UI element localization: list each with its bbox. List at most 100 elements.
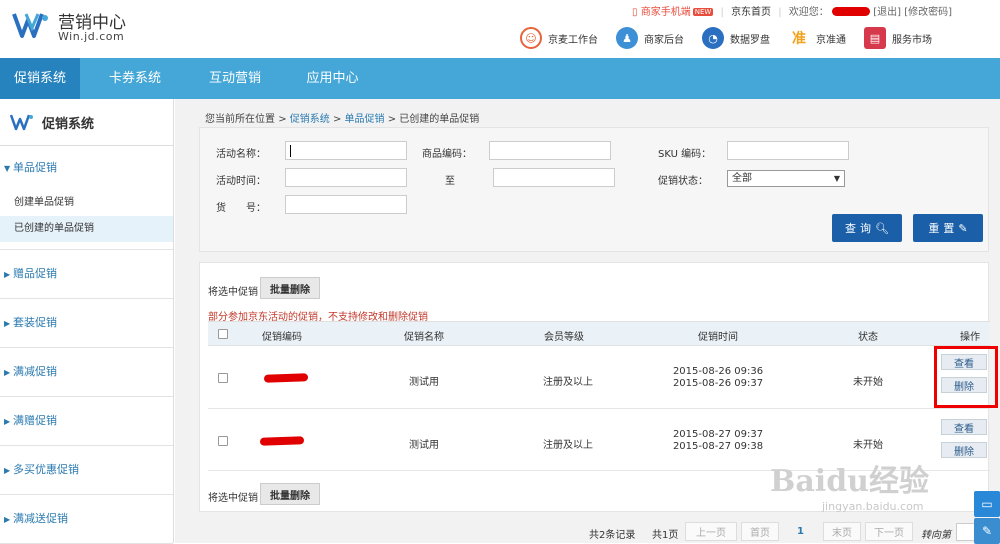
promo-status-label: 促销状态： [658, 176, 708, 187]
top-header: 营销中心 Win.jd.com ▯ 商家手机端 NEW | 京东首页 | 欢迎您：… [0, 0, 1000, 58]
app-label: 服务市场 [892, 34, 932, 46]
select-label-top: 将选中促销 [208, 287, 258, 298]
col-promo-code: 促销编码 [262, 332, 302, 343]
jd-home-link[interactable]: 京东首页 [731, 7, 771, 18]
jd-logo-icon [12, 13, 48, 38]
floating-feedback-button[interactable]: ✎ [974, 518, 1000, 544]
caret-right-icon: ▶ [4, 417, 11, 426]
select-label-bottom: 将选中促销 [208, 493, 258, 504]
search-panel: 活动名称： 商品编码： SKU 编码： 活动时间： 至 促销状态： 全部 ▼ 货… [199, 127, 989, 252]
sidebar-group-multibuy: ▶ 多买优惠促销 [0, 446, 173, 495]
sidebar-item-label: 多买优惠促销 [13, 463, 79, 476]
pager-goto-label: 转向第 [921, 530, 951, 541]
baidu-watermark: Baidu经验 [770, 464, 929, 499]
app-jingzhuntong[interactable]: 准 京准通 [788, 25, 846, 51]
target-icon: 准 [788, 27, 810, 49]
col-actions: 操作 [960, 332, 980, 343]
row-checkbox[interactable] [218, 373, 228, 383]
sidebar-item-gift-promo[interactable]: ▶ 赠品促销 [0, 250, 173, 298]
col-promo-time: 促销时间 [698, 332, 738, 343]
app-data-compass[interactable]: ◔ 数据罗盘 [702, 25, 770, 51]
shop-icon: ▤ [864, 27, 886, 49]
breadcrumb-link-single[interactable]: 单品促销 [345, 114, 385, 125]
batch-delete-button-bottom[interactable]: 批量删除 [260, 483, 320, 505]
app-service-market[interactable]: ▤ 服务市场 [864, 25, 932, 51]
sidebar-item-label: 满赠促销 [13, 414, 57, 427]
sidebar-item-label: 满减促销 [13, 365, 57, 378]
activity-time-label: 活动时间： [216, 176, 266, 187]
breadcrumb-current: 已创建的单品促销 [399, 114, 480, 125]
breadcrumb-link-promotion[interactable]: 促销系统 [290, 114, 330, 125]
welcome-text: 欢迎您： [788, 7, 829, 18]
caret-right-icon: ▶ [4, 466, 11, 475]
promo-name: 测试用 [409, 440, 439, 451]
select-all-checkbox[interactable] [218, 329, 228, 339]
app-label: 京准通 [816, 34, 846, 46]
pager-prev[interactable]: 上一页 [685, 522, 737, 541]
chat-icon: ▭ [981, 497, 993, 511]
sidebar-item-label: 单品促销 [13, 161, 57, 174]
table-row: 测试用 注册及以上 2015-08-26 09:36 2015-08-26 09… [208, 346, 990, 409]
batch-delete-button-top[interactable]: 批量删除 [260, 277, 320, 299]
app-label: 京麦工作台 [548, 34, 598, 46]
sidebar-item-discount-promo[interactable]: ▶ 满减促销 [0, 348, 173, 396]
view-button[interactable]: 查看 [941, 419, 987, 435]
chat-bubble-icon: ☺ [520, 27, 542, 49]
sidebar-item-bundle-promo[interactable]: ▶ 套装促销 [0, 299, 173, 347]
change-password-link[interactable]: [修改密码] [904, 7, 952, 18]
logo-subtitle: Win.jd.com [58, 30, 125, 43]
pager-last[interactable]: 末页 [823, 522, 861, 541]
app-merchant-backend[interactable]: ♟ 商家后台 [616, 25, 684, 51]
sku-code-input[interactable] [727, 141, 849, 160]
promo-start-time: 2015-08-27 09:37 [672, 429, 764, 440]
activity-name-input[interactable] [285, 141, 407, 160]
sku-code-label: SKU 编码： [658, 149, 712, 160]
new-badge: NEW [692, 8, 714, 16]
baidu-watermark-url: jingyan.baidu.com [822, 500, 924, 513]
search-button[interactable]: 查询 🔍︎ [832, 214, 902, 242]
product-code-input[interactable] [489, 141, 611, 160]
sidebar-item-label: 套装促销 [13, 316, 57, 329]
floating-chat-button[interactable]: ▭ [974, 491, 1000, 517]
pager-first[interactable]: 首页 [741, 522, 779, 541]
nav-coupon-system[interactable]: 卡券系统 [90, 58, 180, 99]
item-number-label: 货 号： [216, 203, 266, 214]
nav-interactive-marketing[interactable]: 互动营销 [190, 58, 280, 99]
start-time-input[interactable] [285, 168, 407, 187]
username-redaction [832, 7, 870, 16]
promo-status-select[interactable]: 全部 ▼ [727, 170, 845, 187]
sidebar-item-created-single[interactable]: 已创建的单品促销 [0, 216, 173, 242]
caret-down-icon: ▼ [833, 174, 840, 183]
chevron-right-icon: > [332, 114, 345, 125]
chevron-right-icon: > [278, 114, 290, 125]
pager-total-pages: 共1页 [652, 530, 679, 541]
end-time-input[interactable] [493, 168, 615, 187]
search-button-label: 查询 [845, 222, 876, 235]
delete-button[interactable]: 删除 [941, 442, 987, 458]
sidebar-item-discount-gift-promo[interactable]: ▶ 满减送促销 [0, 495, 173, 543]
item-number-input[interactable] [285, 195, 407, 214]
caret-right-icon: ▶ [4, 270, 11, 279]
product-code-label: 商品编码： [422, 149, 472, 160]
reset-button[interactable]: 重置 ✎ [913, 214, 983, 242]
sidebar-item-create-single[interactable]: 创建单品促销 [0, 190, 173, 216]
nav-app-center[interactable]: 应用中心 [290, 58, 375, 99]
sidebar-title: 促销系统 [42, 116, 95, 132]
row-checkbox[interactable] [218, 436, 228, 446]
table-header: 促销编码 促销名称 会员等级 促销时间 状态 操作 [208, 321, 990, 346]
pager-next[interactable]: 下一页 [865, 522, 913, 541]
app-jingmai[interactable]: ☺ 京麦工作台 [520, 25, 598, 51]
pager-current[interactable]: 1 [797, 526, 804, 537]
sidebar-item-multibuy-promo[interactable]: ▶ 多买优惠促销 [0, 446, 173, 494]
mobile-link[interactable]: 商家手机端 [641, 7, 691, 18]
sidebar-item-single-promo[interactable]: ▼ 单品促销 [0, 146, 173, 190]
app-label: 数据罗盘 [730, 34, 770, 46]
reset-button-label: 重置 [928, 222, 959, 235]
logout-link[interactable]: [退出] [873, 7, 901, 18]
activity-name-label: 活动名称： [216, 149, 266, 160]
sidebar-group-bundle: ▶ 套装促销 [0, 299, 173, 348]
caret-down-icon: ▼ [4, 164, 11, 173]
breadcrumb: 您当前所在位置 > 促销系统 > 单品促销 > 已创建的单品促销 [205, 110, 479, 125]
sidebar-item-gift-spend-promo[interactable]: ▶ 满赠促销 [0, 397, 173, 445]
nav-promotion-system[interactable]: 促销系统 [0, 58, 80, 99]
